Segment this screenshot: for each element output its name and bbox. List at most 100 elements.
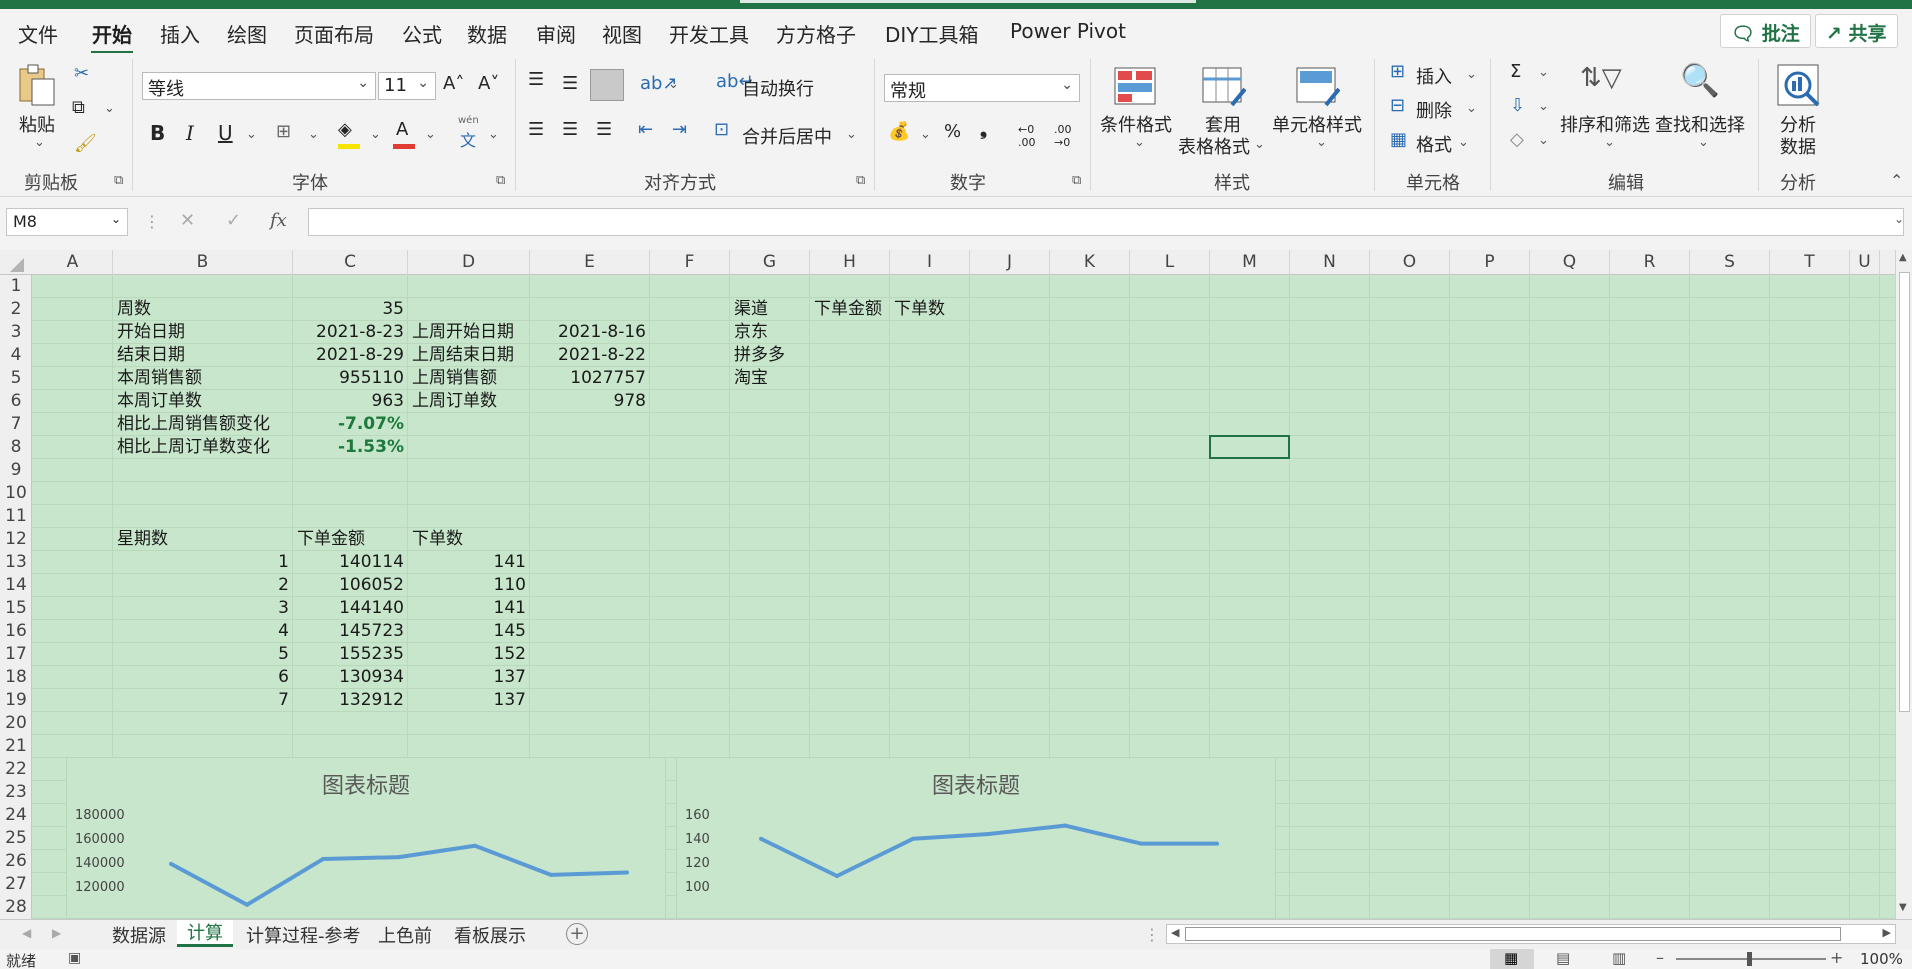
analyze-data-icon[interactable] [1776, 63, 1822, 109]
tab-power-pivot[interactable]: Power Pivot [1010, 19, 1126, 43]
cell-c14[interactable]: 106052 [293, 574, 404, 596]
prev-sheet-icon[interactable]: ◀ [22, 926, 31, 940]
format-as-table-label-2[interactable]: 表格格式 [1178, 133, 1250, 159]
formula-input[interactable] [308, 208, 1904, 236]
name-box[interactable]: M8 ⌄ [6, 208, 128, 236]
column-header-b[interactable]: B [113, 250, 293, 275]
column-header-u[interactable]: U [1850, 250, 1880, 275]
cell-styles-dropdown-icon[interactable]: ⌄ [1316, 135, 1327, 150]
column-header-q[interactable]: Q [1530, 250, 1610, 275]
worksheet-grid[interactable]: ABCDEFGHIJKLMNOPQRSTU 1 2 3 4 5 6 7 8 9 10 11 12 13 1… [0, 250, 1895, 919]
column-header-g[interactable]: G [730, 250, 810, 275]
clear-dropdown-icon[interactable]: ⌄ [1538, 133, 1549, 148]
zoom-level[interactable]: 100% [1860, 950, 1903, 968]
series-line[interactable] [170, 843, 628, 907]
sort-filter-icon[interactable]: ⇅▽ [1580, 63, 1622, 93]
format-as-table-icon[interactable] [1202, 67, 1247, 107]
row-header-16[interactable]: 16 [0, 620, 32, 643]
paste-icon[interactable] [16, 63, 56, 107]
underline-dropdown-icon[interactable]: ⌄ [246, 127, 257, 142]
merge-dropdown-icon[interactable]: ⌄ [846, 127, 857, 142]
bold-button[interactable]: B [150, 121, 165, 145]
paste-label[interactable]: 粘贴 [19, 111, 55, 137]
cell-c12[interactable]: 下单金额 [297, 528, 365, 550]
cell-d15[interactable]: 141 [408, 597, 526, 619]
conditional-format-icon[interactable] [1114, 67, 1156, 105]
cell-c3[interactable]: 2021-8-23 [293, 321, 404, 343]
column-header-d[interactable]: D [408, 250, 530, 275]
column-header-n[interactable]: N [1290, 250, 1370, 275]
column-header-l[interactable]: L [1130, 250, 1210, 275]
column-header-m[interactable]: M [1210, 250, 1290, 275]
cell-c18[interactable]: 130934 [293, 666, 404, 688]
sheet-tab-datasource[interactable]: 数据源 [112, 922, 166, 948]
tab-formulas[interactable]: 公式 [402, 19, 442, 48]
enter-icon[interactable]: ✓ [226, 210, 241, 231]
split-handle-icon[interactable]: ⋮ [1144, 925, 1160, 944]
conditional-format-button[interactable]: 条件格式 [1100, 111, 1172, 137]
phonetic-guide-icon[interactable]: wén [458, 115, 479, 126]
row-header-19[interactable]: 19 [0, 689, 32, 712]
cell-b8[interactable]: 相比上周订单数变化 [117, 436, 270, 458]
orientation-dropdown-icon[interactable]: ⌄ [668, 77, 679, 92]
tab-data[interactable]: 数据 [467, 19, 507, 48]
sheet-tab-calc[interactable]: 计算 [177, 920, 233, 947]
cell-b18[interactable]: 6 [113, 666, 289, 688]
zoom-in-icon[interactable]: + [1830, 948, 1843, 967]
accounting-format-icon[interactable]: 💰 [888, 121, 910, 142]
line-chart-2[interactable]: 图表标题 160 140 120 100 [676, 757, 1276, 919]
find-select-button[interactable]: 查找和选择 [1655, 111, 1745, 137]
column-header-h[interactable]: H [810, 250, 890, 275]
tab-home[interactable]: 开始 [92, 19, 132, 48]
cell-d3[interactable]: 上周开始日期 [412, 321, 514, 343]
row-header-21[interactable]: 21 [0, 735, 32, 758]
fill-color-icon[interactable]: ◈ [338, 119, 352, 140]
cell-c13[interactable]: 140114 [293, 551, 404, 573]
cell-b4[interactable]: 结束日期 [117, 344, 185, 366]
cell-b13[interactable]: 1 [113, 551, 289, 573]
row-header-4[interactable]: 4 [0, 344, 32, 367]
copy-dropdown-icon[interactable]: ⌄ [104, 101, 115, 116]
expand-formula-icon[interactable]: ⌄ [1894, 212, 1904, 226]
row-header-2[interactable]: 2 [0, 298, 32, 321]
border-icon[interactable]: ⊞ [276, 121, 291, 142]
sort-filter-button[interactable]: 排序和筛选 [1560, 111, 1650, 137]
tab-view[interactable]: 视图 [602, 19, 642, 48]
column-header-s[interactable]: S [1690, 250, 1770, 275]
delete-cells-icon[interactable]: ⊟ [1390, 95, 1405, 116]
tab-diy-toolbox[interactable]: DIY工具箱 [885, 19, 979, 48]
align-middle-icon[interactable]: ☰ [562, 73, 578, 94]
column-header-r[interactable]: R [1610, 250, 1690, 275]
format-painter-icon[interactable]: 🖌 [74, 133, 97, 154]
font-name-select[interactable]: 等线 ⌄ [142, 72, 376, 100]
cell-d18[interactable]: 137 [408, 666, 526, 688]
column-header-f[interactable]: F [650, 250, 730, 275]
fill-down-icon[interactable]: ⇩ [1510, 95, 1525, 116]
row-header-5[interactable]: 5 [0, 367, 32, 390]
row-header-6[interactable]: 6 [0, 390, 32, 413]
share-button[interactable]: ↗ 共享 [1815, 14, 1898, 48]
row-header-18[interactable]: 18 [0, 666, 32, 689]
column-header-t[interactable]: T [1770, 250, 1850, 275]
cell-e4[interactable]: 2021-8-22 [530, 344, 646, 366]
row-header-1[interactable]: 1 [0, 275, 32, 298]
align-right-icon[interactable]: ☰ [596, 119, 612, 140]
row-header-27[interactable]: 27 [0, 873, 32, 896]
delete-dropdown-icon[interactable]: ⌄ [1466, 101, 1477, 116]
cell-b6[interactable]: 本周订单数 [117, 390, 202, 412]
column-header-j[interactable]: J [970, 250, 1050, 275]
page-layout-view-icon[interactable]: ▤ [1556, 949, 1570, 967]
tab-page-layout[interactable]: 页面布局 [294, 19, 374, 48]
format-cells-button[interactable]: 格式 [1416, 131, 1452, 157]
row-header-23[interactable]: 23 [0, 781, 32, 804]
clipboard-launcher-icon[interactable]: ⧉ [114, 173, 123, 188]
column-header-a[interactable]: A [33, 250, 113, 275]
cell-c17[interactable]: 155235 [293, 643, 404, 665]
font-color-icon[interactable]: A [396, 119, 408, 140]
column-header-o[interactable]: O [1370, 250, 1450, 275]
cell-b5[interactable]: 本周销售额 [117, 367, 202, 389]
cell-b15[interactable]: 3 [113, 597, 289, 619]
font-color-dropdown-icon[interactable]: ⌄ [425, 127, 436, 142]
cell-d14[interactable]: 110 [408, 574, 526, 596]
alignment-launcher-icon[interactable]: ⧉ [856, 173, 865, 188]
